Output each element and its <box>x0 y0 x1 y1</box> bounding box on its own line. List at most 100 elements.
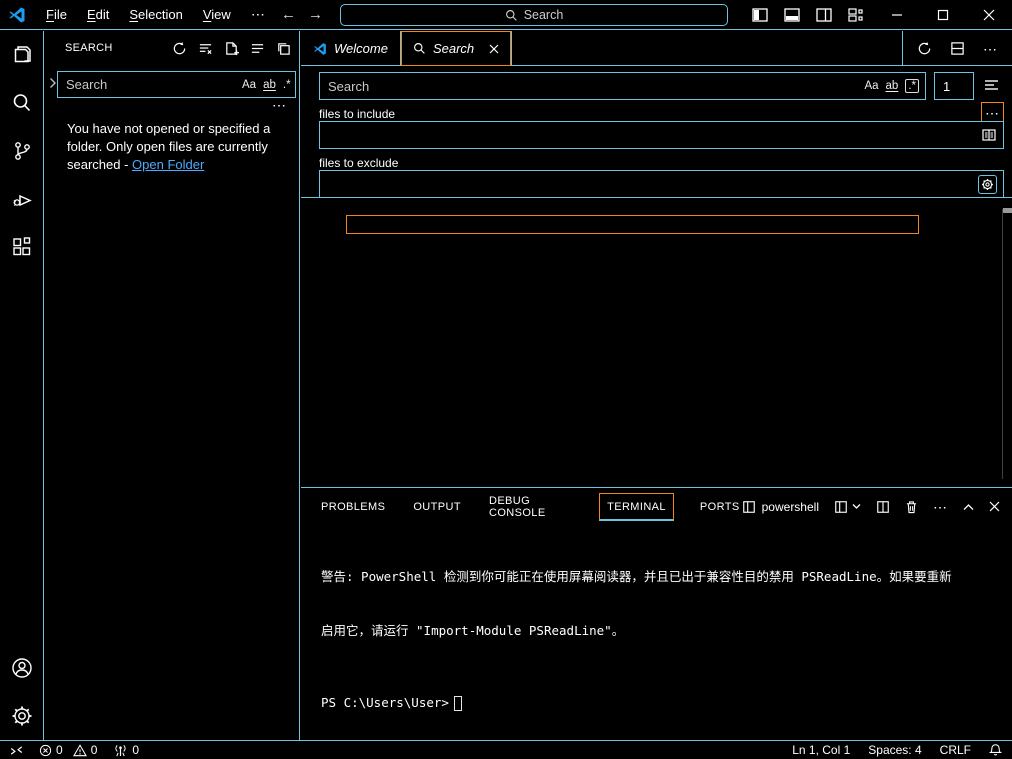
match-case-toggle[interactable]: Aa <box>242 79 256 91</box>
files-to-exclude-field[interactable] <box>328 177 978 192</box>
search-icon <box>505 9 518 22</box>
context-lines-field[interactable] <box>943 79 967 94</box>
error-count: 0 <box>56 743 63 757</box>
sidebar-search-input[interactable]: Aa ab .* <box>57 71 296 98</box>
match-case-toggle[interactable]: Aa <box>864 80 878 92</box>
warning-count: 0 <box>91 743 98 757</box>
problems-status[interactable]: 0 0 <box>39 743 97 757</box>
panel-more-actions[interactable]: ⋯ <box>933 502 948 512</box>
view-as-list-icon[interactable] <box>250 41 265 56</box>
details-ellipsis: ⋯ <box>985 108 1000 118</box>
sidebar-search-field[interactable] <box>66 77 242 92</box>
editor-tab-bar: Welcome Search ⋯ <box>301 31 1012 66</box>
open-folder-link[interactable]: Open Folder <box>132 157 204 172</box>
tab-problems[interactable]: PROBLEMS <box>319 493 387 521</box>
menu-view[interactable]: View <box>193 7 241 22</box>
editor-scrollbar[interactable] <box>1002 209 1003 479</box>
remote-indicator[interactable] <box>10 744 23 757</box>
terminal-cursor <box>454 696 462 711</box>
toggle-replace-chevron-icon[interactable] <box>49 71 57 89</box>
error-icon <box>39 744 52 757</box>
activity-bar <box>0 31 44 740</box>
customize-layout-icon[interactable] <box>848 7 864 23</box>
new-terminal-dropdown[interactable] <box>834 500 861 514</box>
open-new-search-editor-icon[interactable] <box>224 41 239 56</box>
active-terminal-tab[interactable]: powershell <box>742 500 819 514</box>
tab-debug-console[interactable]: DEBUG CONSOLE <box>487 487 575 527</box>
toggle-panel-icon[interactable] <box>784 7 800 23</box>
toggle-search-details-button[interactable]: ⋯ <box>272 100 287 110</box>
files-to-exclude-input[interactable] <box>319 170 1004 198</box>
eol-status[interactable]: CRLF <box>940 743 971 757</box>
search-editor-body[interactable] <box>301 199 1012 487</box>
sidebar-title: SEARCH <box>65 42 113 54</box>
tab-search-label: Search <box>433 41 474 56</box>
more-actions-button[interactable]: ⋯ <box>983 44 998 54</box>
menu-selection[interactable]: Selection <box>119 7 192 22</box>
source-control-icon[interactable] <box>0 127 44 175</box>
tab-ports[interactable]: PORTS <box>698 493 742 521</box>
maximize-panel-icon[interactable] <box>963 503 974 511</box>
command-center-placeholder: Search <box>524 8 564 22</box>
kill-terminal-icon[interactable] <box>905 500 918 514</box>
notifications-bell-icon[interactable] <box>989 743 1002 757</box>
clear-search-results-icon[interactable] <box>198 41 213 56</box>
tab-welcome-label: Welcome <box>334 41 388 56</box>
search-view-icon[interactable] <box>0 79 44 127</box>
command-center-search[interactable]: Search <box>340 4 728 26</box>
whole-word-toggle[interactable]: ab <box>263 79 276 91</box>
close-window-button[interactable] <box>966 0 1012 29</box>
editor-scrollbar-slider[interactable] <box>1003 208 1012 213</box>
close-panel-icon[interactable] <box>989 501 1000 512</box>
panel-toolbar: powershell ⋯ <box>742 500 1000 514</box>
search-query-field[interactable] <box>328 79 864 94</box>
collapse-all-icon[interactable] <box>276 41 291 56</box>
regex-toggle[interactable]: .* <box>905 79 919 93</box>
menu-more-button[interactable]: ⋯ <box>241 6 276 23</box>
whole-word-toggle[interactable]: ab <box>886 80 899 92</box>
toggle-secondary-sidebar-icon[interactable] <box>816 7 832 23</box>
search-again-icon[interactable] <box>917 41 932 56</box>
indentation-status[interactable]: Spaces: 4 <box>868 743 921 757</box>
extensions-icon[interactable] <box>0 223 44 271</box>
ports-count: 0 <box>132 743 139 757</box>
split-terminal-icon[interactable] <box>876 500 890 514</box>
context-lines-input[interactable] <box>934 72 974 100</box>
files-to-include-label: files to include <box>319 107 395 121</box>
tab-search[interactable]: Search <box>401 31 512 66</box>
search-query-input[interactable]: Aa ab .* <box>319 72 926 100</box>
files-to-include-field[interactable] <box>328 128 981 143</box>
search-icon <box>413 42 426 55</box>
refresh-icon[interactable] <box>172 41 187 56</box>
maximize-button[interactable] <box>920 0 966 29</box>
panel-tab-bar: PROBLEMS OUTPUT DEBUG CONSOLE TERMINAL P… <box>319 488 742 525</box>
go-back-icon[interactable]: ← <box>281 6 296 23</box>
menu-edit[interactable]: Edit <box>77 7 119 22</box>
settings-gear-icon[interactable] <box>0 692 44 740</box>
regex-toggle[interactable]: .* <box>283 79 291 91</box>
cursor-position-status[interactable]: Ln 1, Col 1 <box>792 743 850 757</box>
search-open-editors-icon[interactable] <box>981 127 997 143</box>
explorer-icon[interactable] <box>0 31 44 79</box>
tab-welcome[interactable]: Welcome <box>301 31 401 66</box>
toggle-context-lines-icon[interactable] <box>983 78 1000 92</box>
terminal-prompt: PS C:\Users\User> <box>321 694 449 712</box>
close-tab-icon[interactable] <box>489 44 499 54</box>
files-to-exclude-label: files to exclude <box>319 156 398 170</box>
minimize-button[interactable] <box>874 0 920 29</box>
go-forward-icon[interactable]: → <box>308 6 323 23</box>
use-exclude-settings-toggle[interactable] <box>978 175 997 194</box>
terminal-warning-line1: 警告: PowerShell 检测到你可能正在使用屏幕阅读器，并且已出于兼容性目… <box>321 568 998 586</box>
menu-bar: File Edit Selection View ⋯ <box>36 0 276 29</box>
terminal-output[interactable]: 警告: PowerShell 检测到你可能正在使用屏幕阅读器，并且已出于兼容性目… <box>321 532 998 748</box>
menu-file[interactable]: File <box>36 7 77 22</box>
ports-status[interactable]: 0 <box>113 743 139 757</box>
tab-terminal[interactable]: TERMINAL <box>599 493 674 521</box>
files-to-include-input[interactable] <box>319 121 1004 149</box>
split-editor-icon[interactable] <box>950 41 965 56</box>
editor-area: Welcome Search ⋯ Aa ab .* <box>301 31 1012 740</box>
tab-output[interactable]: OUTPUT <box>411 493 463 521</box>
run-debug-icon[interactable] <box>0 175 44 223</box>
toggle-sidebar-icon[interactable] <box>752 7 768 23</box>
accounts-icon[interactable] <box>0 644 44 692</box>
